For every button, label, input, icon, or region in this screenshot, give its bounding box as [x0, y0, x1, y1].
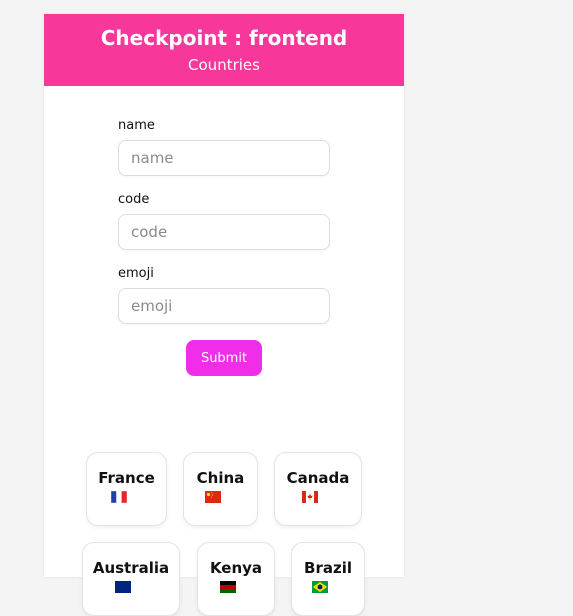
kenya-flag-icon: [220, 581, 236, 593]
emoji-label: emoji: [118, 266, 154, 281]
country-card-china[interactable]: China: [183, 452, 258, 526]
country-name: China: [196, 469, 245, 487]
country-card-canada[interactable]: Canada: [274, 452, 362, 526]
country-name: France: [98, 469, 155, 487]
submit-button[interactable]: Submit: [186, 340, 262, 376]
country-form: name code emoji: [118, 118, 330, 340]
country-card-australia[interactable]: Australia: [82, 542, 180, 616]
country-card-brazil[interactable]: Brazil: [291, 542, 365, 616]
country-card-kenya[interactable]: Kenya: [197, 542, 275, 616]
emoji-input[interactable]: [118, 288, 330, 324]
canada-flag-icon: [302, 491, 318, 503]
france-flag-icon: [110, 491, 127, 503]
code-label: code: [118, 192, 150, 207]
country-name: Canada: [286, 469, 350, 487]
australia-flag-icon: [115, 581, 131, 593]
country-name: Kenya: [209, 559, 263, 577]
page-subtitle: Countries: [188, 56, 260, 74]
brazil-flag-icon: [312, 581, 328, 593]
name-input[interactable]: [118, 140, 330, 176]
name-label: name: [118, 118, 155, 133]
main-panel: Checkpoint : frontend Countries name cod…: [44, 14, 404, 616]
app-header: Checkpoint : frontend Countries: [44, 14, 404, 86]
country-name: Australia: [92, 559, 170, 577]
country-name: Brazil: [304, 559, 352, 577]
china-flag-icon: [204, 491, 221, 503]
code-input[interactable]: [118, 214, 330, 250]
country-card-france[interactable]: France: [86, 452, 167, 526]
app-title: Checkpoint : frontend: [100, 26, 348, 50]
